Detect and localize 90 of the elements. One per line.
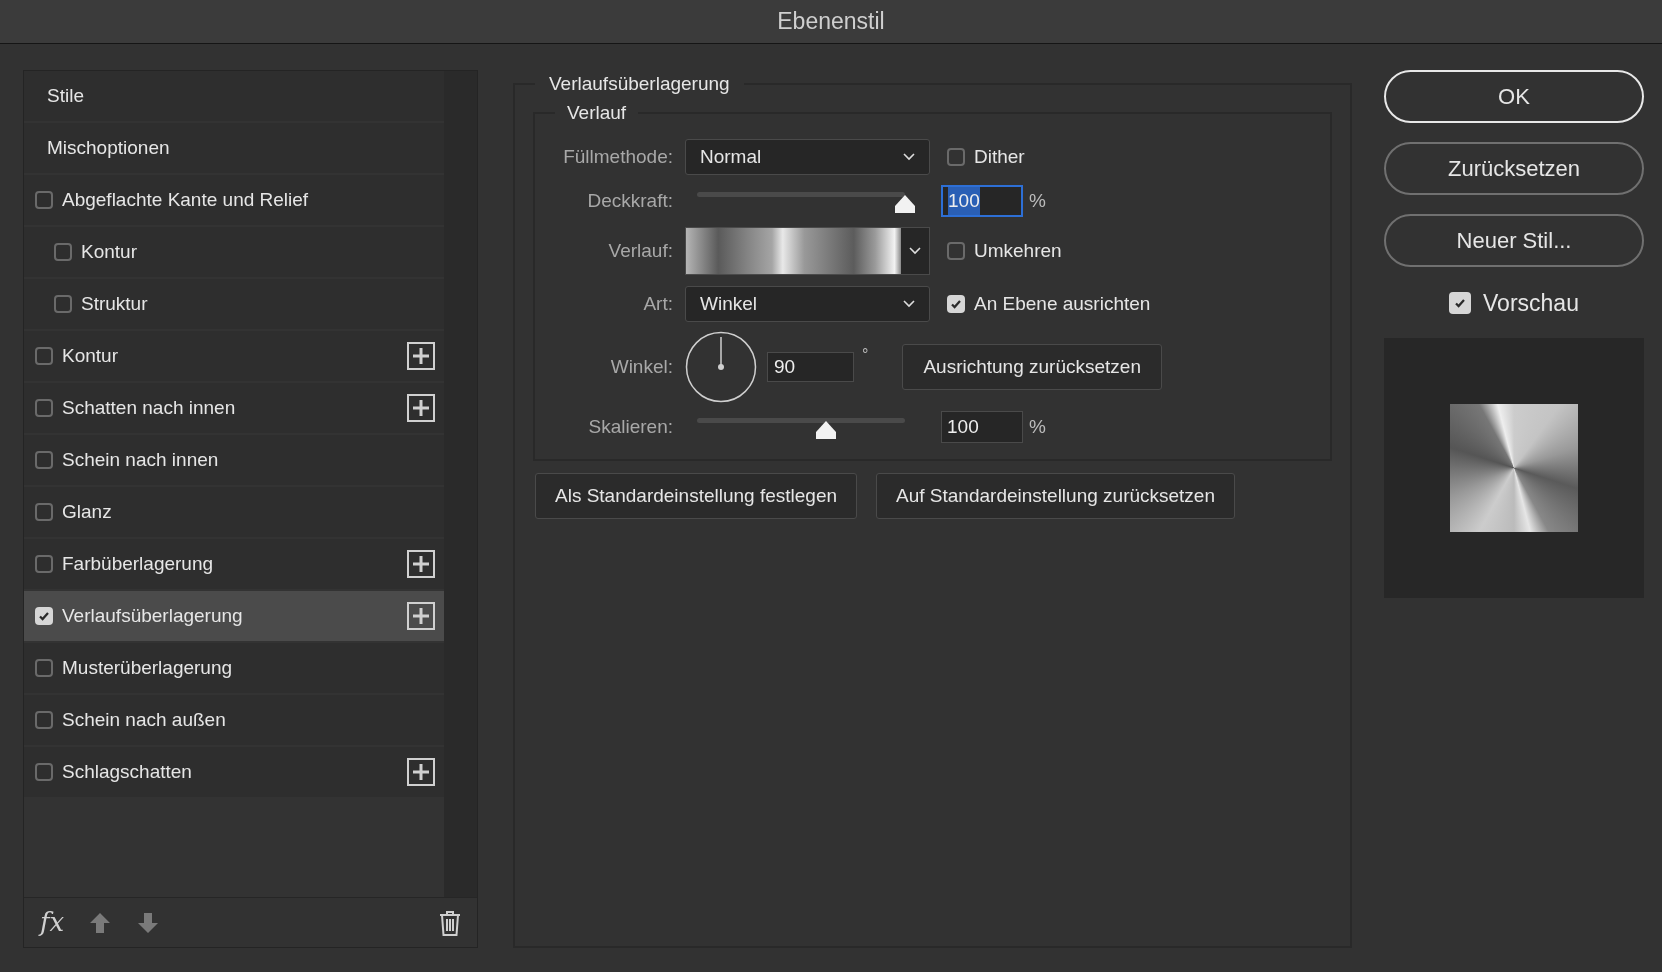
checkbox[interactable] [35, 503, 53, 521]
checkbox[interactable] [947, 242, 965, 260]
plus-icon[interactable] [407, 602, 435, 630]
number-field[interactable]: 100 [941, 411, 1023, 443]
style-label: Abgeflachte Kante und Relief [62, 187, 310, 212]
fx-button[interactable]: fx [40, 903, 65, 942]
gradient-style-dropdown[interactable]: Winkel [685, 286, 930, 322]
checkbox[interactable] [54, 243, 72, 261]
blend-mode-dropdown[interactable]: Normal [685, 139, 930, 175]
style-list-item[interactable]: Kontur [24, 227, 444, 277]
style-list-item[interactable]: Kontur [24, 331, 444, 381]
field-label: Deckkraft: [586, 188, 674, 213]
style-label: Schlagschatten [62, 759, 193, 784]
style-list-item[interactable]: Farbüberlagerung [24, 539, 444, 589]
arrow-up-icon[interactable] [88, 910, 113, 935]
degree-label: ° [862, 345, 869, 365]
checkbox[interactable] [35, 399, 53, 417]
arrow-down-icon[interactable] [136, 910, 161, 935]
dialog-button[interactable]: Neuer Stil... [1384, 214, 1644, 267]
checkbox-label: Dither [974, 144, 1025, 169]
checkmark-icon [950, 298, 962, 310]
reset-alignment-button[interactable]: Ausrichtung zurücksetzen [902, 344, 1162, 390]
style-list-item[interactable]: Struktur [24, 279, 444, 329]
style-label: Verlaufsüberlagerung [62, 603, 244, 628]
style-label: Stile [47, 83, 85, 108]
checkbox[interactable] [35, 763, 53, 781]
angle-dial[interactable] [685, 331, 757, 403]
number-field[interactable]: 100 [941, 185, 1023, 217]
gradient-picker[interactable] [685, 227, 930, 275]
plus-icon[interactable] [407, 758, 435, 786]
style-list-item[interactable]: Schatten nach innen [24, 383, 444, 433]
checkbox[interactable] [35, 659, 53, 677]
unit-label: % [1029, 414, 1046, 439]
preview-label: Vorschau [1483, 288, 1579, 318]
checkbox[interactable] [35, 607, 53, 625]
group-title: Verlaufsüberlagerung [548, 72, 731, 96]
chevron-down-icon [909, 247, 921, 255]
style-list-item[interactable]: Schein nach innen [24, 435, 444, 485]
style-list-item[interactable]: Stile [24, 71, 444, 121]
style-label: Musterüberlagerung [62, 655, 234, 680]
angle-field[interactable]: 90 [767, 352, 854, 382]
style-label: Schein nach innen [62, 447, 220, 472]
checkbox[interactable] [947, 295, 965, 313]
style-label: Struktur [81, 291, 149, 316]
subgroup-title: Verlauf [566, 100, 628, 125]
field-label: Art: [642, 291, 674, 316]
style-label: Kontur [81, 239, 138, 264]
slider-thumb[interactable] [894, 194, 916, 214]
style-label: Kontur [62, 343, 119, 368]
chevron-down-icon [903, 153, 915, 161]
trash-icon[interactable] [439, 909, 461, 936]
style-label: Glanz [62, 499, 113, 524]
checkbox-label: An Ebene ausrichten [974, 291, 1151, 316]
style-list-item[interactable]: Verlaufsüberlagerung [24, 591, 444, 641]
checkbox[interactable] [947, 148, 965, 166]
checkbox[interactable] [1449, 292, 1472, 314]
style-list-item[interactable]: Glanz [24, 487, 444, 537]
default-settings-button[interactable]: Als Standardeinstellung festlegen [535, 473, 858, 519]
style-list-item[interactable]: Schein nach außen [24, 695, 444, 745]
chevron-down-icon [903, 300, 915, 308]
style-label: Schein nach außen [62, 707, 227, 732]
style-list-item[interactable]: Schlagschatten [24, 747, 444, 797]
checkbox[interactable] [35, 711, 53, 729]
field-label: Skalieren: [587, 414, 674, 439]
plus-icon[interactable] [407, 550, 435, 578]
checkbox[interactable] [54, 295, 72, 313]
window-title: Ebenenstil [777, 7, 885, 37]
field-label: Verlauf: [607, 238, 674, 263]
unit-label: % [1029, 188, 1046, 213]
field-label: Füllmethode: [562, 144, 674, 169]
slider-thumb[interactable] [814, 420, 837, 440]
checkmark-icon [38, 610, 50, 622]
dialog-button[interactable]: Zurücksetzen [1384, 142, 1644, 195]
default-settings-button[interactable]: Auf Standardeinstellung zurücksetzen [876, 473, 1235, 519]
dialog-button[interactable]: OK [1384, 70, 1644, 123]
field-label: Winkel: [609, 354, 674, 379]
checkbox[interactable] [35, 191, 53, 209]
checkbox[interactable] [35, 555, 53, 573]
plus-icon[interactable] [407, 342, 435, 370]
style-label: Schatten nach innen [62, 395, 237, 420]
checkbox[interactable] [35, 451, 53, 469]
style-list-item[interactable]: Mischoptionen [24, 123, 444, 173]
plus-icon[interactable] [407, 394, 435, 422]
style-label: Farbüberlagerung [62, 551, 215, 576]
style-list-item[interactable]: Abgeflachte Kante und Relief [24, 175, 444, 225]
checkbox-label: Umkehren [974, 238, 1062, 263]
checkbox[interactable] [35, 347, 53, 365]
checkmark-icon [1454, 297, 1467, 309]
style-list-item[interactable]: Musterüberlagerung [24, 643, 444, 693]
style-label: Mischoptionen [47, 135, 171, 160]
